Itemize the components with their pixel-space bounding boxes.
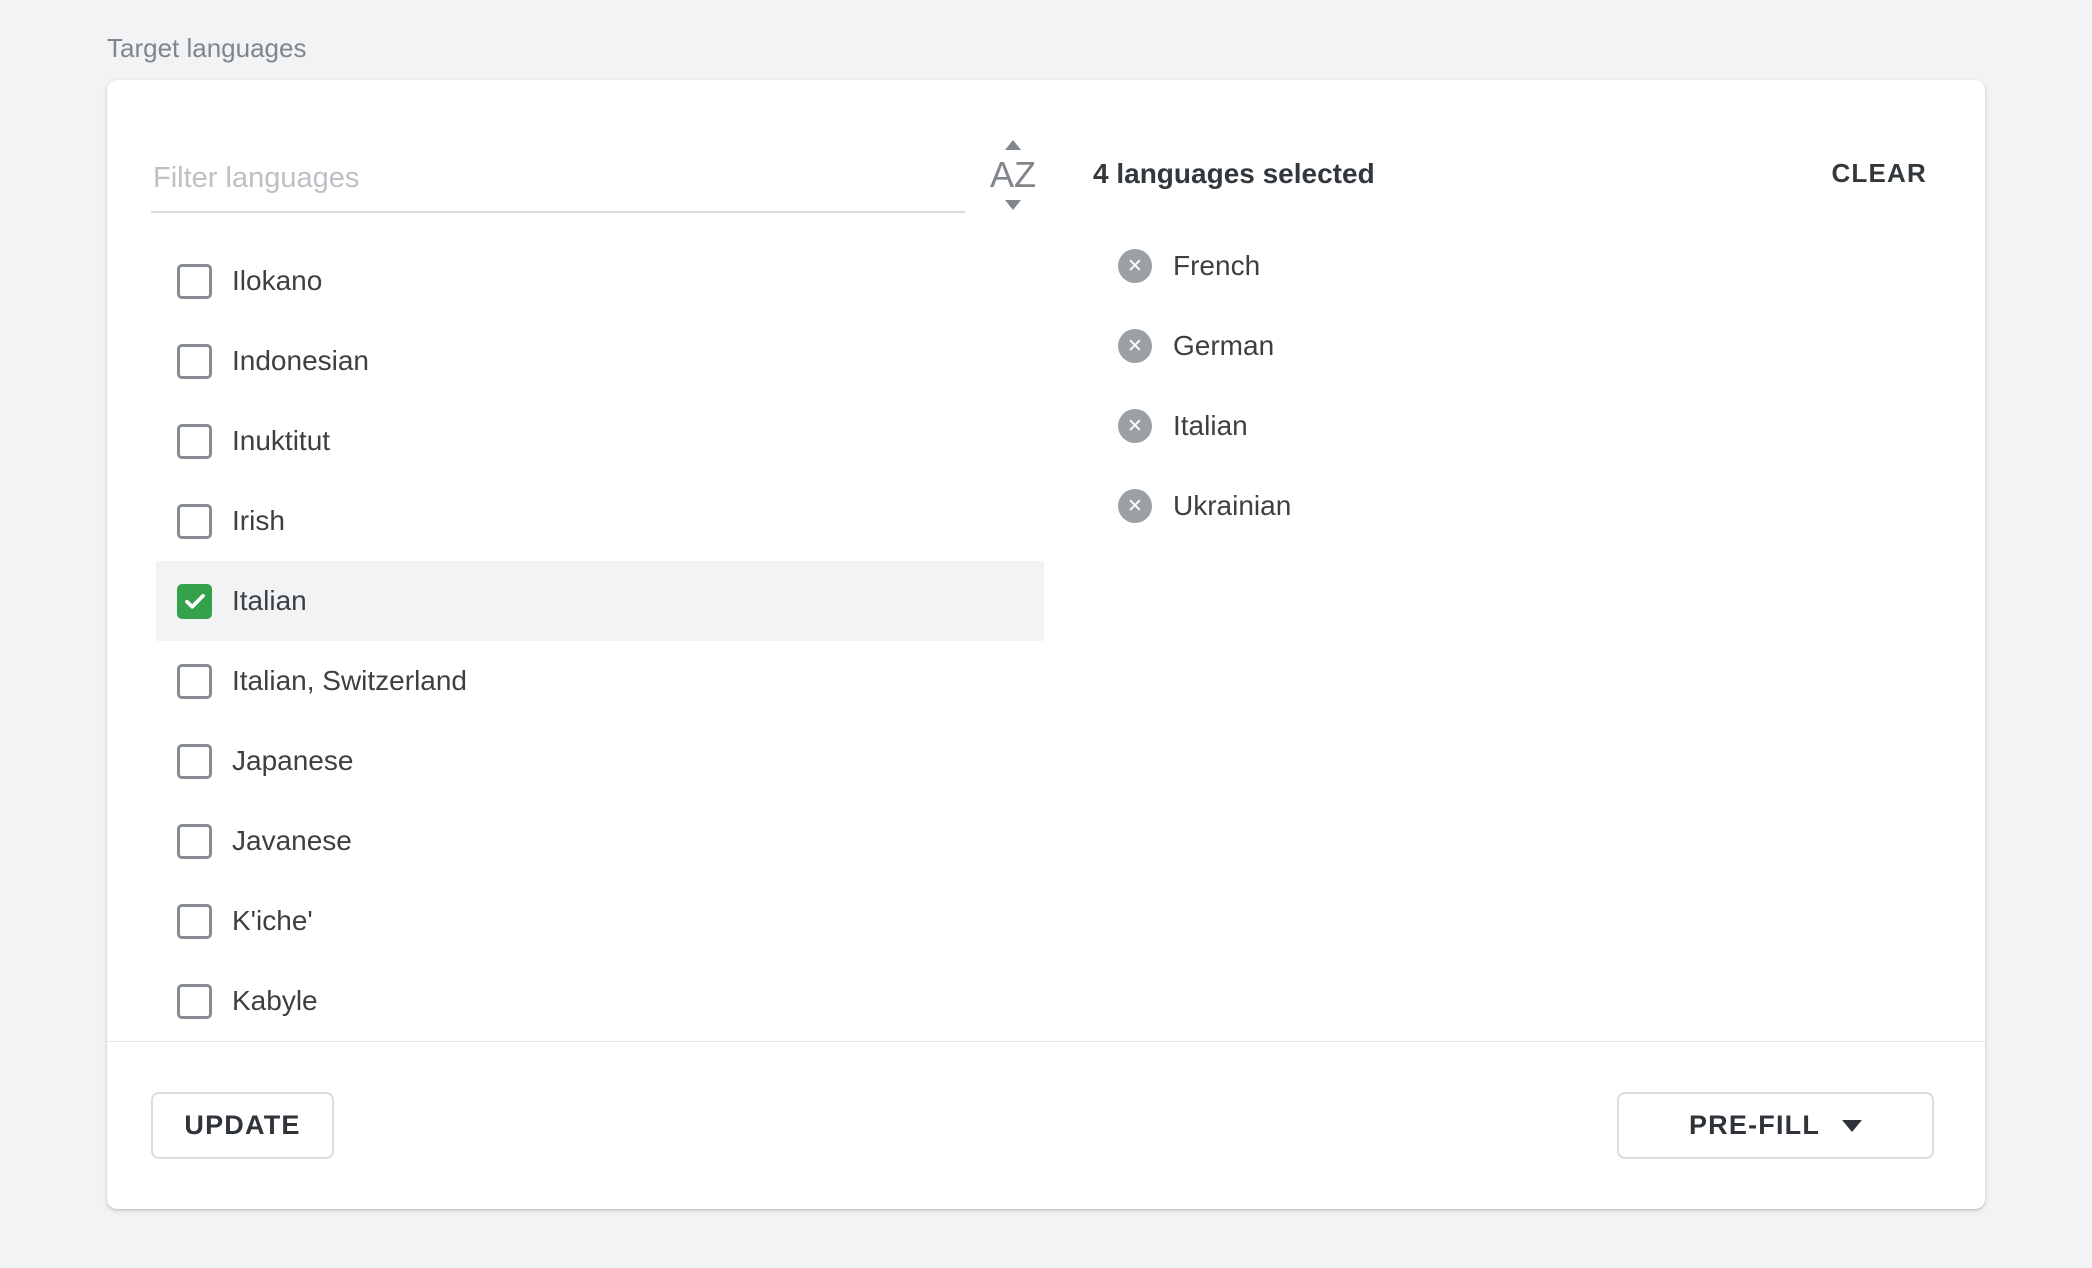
language-label: Japanese xyxy=(232,745,353,777)
language-label: Javanese xyxy=(232,825,352,857)
selected-languages-pane: 4 languages selected CLEAR ✕ French ✕ Ge… xyxy=(1045,80,1985,1041)
remove-french-icon[interactable]: ✕ xyxy=(1118,249,1152,283)
language-label: Italian, Switzerland xyxy=(232,665,467,697)
selected-language-label: German xyxy=(1173,330,1274,362)
filter-row: AZ xyxy=(151,130,1045,213)
language-row-kiche[interactable]: K'iche' xyxy=(156,881,1044,961)
language-row-irish[interactable]: Irish xyxy=(156,481,1044,561)
remove-ukrainian-icon[interactable]: ✕ xyxy=(1118,489,1152,523)
selected-language-french: ✕ French xyxy=(1118,226,1929,306)
language-filter-pane: AZ Ilokano Indonesian Inukt xyxy=(107,80,1045,1041)
update-button[interactable]: UPDATE xyxy=(151,1092,334,1159)
language-row-kabyle[interactable]: Kabyle xyxy=(156,961,1044,1041)
target-languages-card: AZ Ilokano Indonesian Inukt xyxy=(107,80,1985,1209)
sort-alphabetical-icon[interactable]: AZ xyxy=(981,139,1045,211)
checkbox-unchecked[interactable] xyxy=(177,664,212,699)
selected-language-list: ✕ French ✕ German ✕ Italian ✕ Ukrainian xyxy=(1118,226,1929,546)
card-footer: UPDATE PRE-FILL xyxy=(107,1041,1985,1209)
checkbox-unchecked[interactable] xyxy=(177,264,212,299)
checkbox-unchecked[interactable] xyxy=(177,344,212,379)
language-row-inuktitut[interactable]: Inuktitut xyxy=(156,401,1044,481)
selected-language-german: ✕ German xyxy=(1118,306,1929,386)
filter-languages-input[interactable] xyxy=(151,162,965,213)
remove-italian-icon[interactable]: ✕ xyxy=(1118,409,1152,443)
selected-language-label: Italian xyxy=(1173,410,1248,442)
clear-button[interactable]: CLEAR xyxy=(1829,154,1929,193)
card-body: AZ Ilokano Indonesian Inukt xyxy=(107,80,1985,1041)
selected-header: 4 languages selected CLEAR xyxy=(1093,134,1929,213)
checkbox-unchecked[interactable] xyxy=(177,424,212,459)
checkbox-unchecked[interactable] xyxy=(177,504,212,539)
checkmark-icon xyxy=(182,588,208,614)
language-label: Indonesian xyxy=(232,345,369,377)
selected-language-label: French xyxy=(1173,250,1260,282)
checkbox-checked[interactable] xyxy=(177,584,212,619)
language-row-italian-switzerland[interactable]: Italian, Switzerland xyxy=(156,641,1044,721)
language-row-indonesian[interactable]: Indonesian xyxy=(156,321,1044,401)
checkbox-unchecked[interactable] xyxy=(177,984,212,1019)
language-list: Ilokano Indonesian Inuktitut Irish xyxy=(151,241,1045,1041)
sort-arrow-down-icon xyxy=(1005,200,1021,210)
checkbox-unchecked[interactable] xyxy=(177,744,212,779)
language-row-japanese[interactable]: Japanese xyxy=(156,721,1044,801)
page: Target languages AZ Ilokano xyxy=(0,0,2092,1209)
language-label: Kabyle xyxy=(232,985,318,1017)
remove-german-icon[interactable]: ✕ xyxy=(1118,329,1152,363)
checkbox-unchecked[interactable] xyxy=(177,824,212,859)
language-row-italian[interactable]: Italian xyxy=(156,561,1044,641)
sort-arrow-up-icon xyxy=(1005,140,1021,150)
sort-letters: AZ xyxy=(990,154,1036,196)
selected-language-ukrainian: ✕ Ukrainian xyxy=(1118,466,1929,546)
selected-language-label: Ukrainian xyxy=(1173,490,1291,522)
prefill-button-label: PRE-FILL xyxy=(1689,1110,1820,1141)
selected-count-label: 4 languages selected xyxy=(1093,158,1375,190)
language-label: Ilokano xyxy=(232,265,322,297)
update-button-label: UPDATE xyxy=(184,1110,300,1141)
prefill-button[interactable]: PRE-FILL xyxy=(1617,1092,1934,1159)
chevron-down-icon xyxy=(1842,1120,1862,1132)
language-label: Irish xyxy=(232,505,285,537)
checkbox-unchecked[interactable] xyxy=(177,904,212,939)
selected-language-italian: ✕ Italian xyxy=(1118,386,1929,466)
language-label: Inuktitut xyxy=(232,425,330,457)
language-label: K'iche' xyxy=(232,905,313,937)
language-row-ilokano[interactable]: Ilokano xyxy=(156,241,1044,321)
language-label: Italian xyxy=(232,585,307,617)
page-title: Target languages xyxy=(107,33,2092,63)
language-row-javanese[interactable]: Javanese xyxy=(156,801,1044,881)
